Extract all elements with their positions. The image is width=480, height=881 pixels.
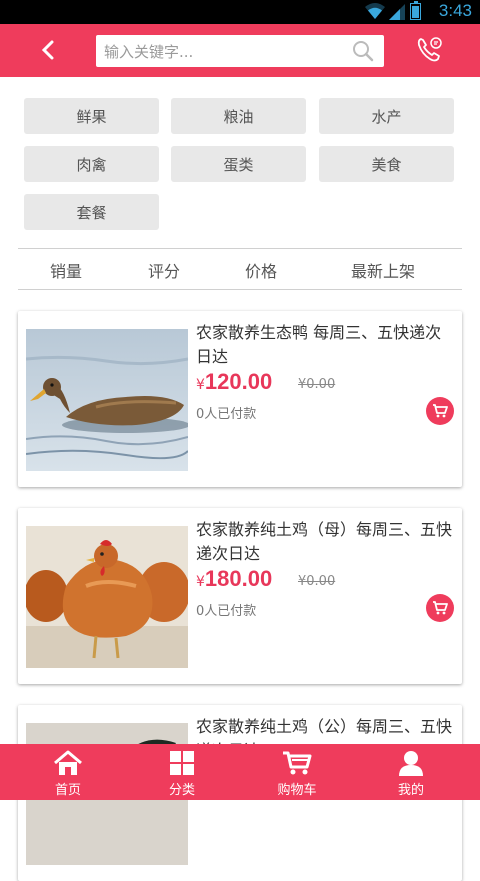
sort-price[interactable]: 价格: [245, 258, 277, 282]
add-to-cart-button[interactable]: [426, 397, 454, 425]
grid-icon: [170, 751, 194, 775]
cart-icon: [433, 404, 448, 418]
nav-mine[interactable]: 我的: [351, 744, 471, 800]
nav-category-label: 分类: [168, 783, 195, 798]
search-input[interactable]: 输入关键字...: [96, 35, 384, 67]
nav-home[interactable]: 首页: [8, 744, 128, 800]
nav-cart-label: 购物车: [277, 783, 317, 798]
product-image-hens[interactable]: [26, 526, 188, 668]
back-button[interactable]: [30, 32, 66, 68]
category-eggs[interactable]: 蛋类: [171, 146, 306, 182]
user-icon: [399, 751, 423, 776]
add-to-cart-button[interactable]: [426, 594, 454, 622]
currency-symbol: ¥: [196, 377, 205, 393]
price-value: 180.00: [204, 566, 273, 591]
back-arrow-icon: [41, 40, 54, 60]
cart-icon: [433, 601, 448, 615]
status-time: 3:43: [438, 1, 472, 20]
price-value: 120.00: [204, 369, 273, 394]
original-price: ¥0.00: [298, 574, 336, 589]
currency-symbol: ¥: [196, 574, 205, 590]
signal-icon: [389, 4, 405, 20]
search-placeholder: 输入关键字...: [104, 43, 194, 61]
bottom-nav: 首页 分类 购物车 我的: [0, 744, 480, 800]
phone-icon: [417, 37, 442, 62]
product-card[interactable]: 农家散养生态鸭 每周三、五快递次日达 ¥120.00 ¥0.00 0人已付款: [18, 311, 462, 487]
status-bar: 3:43: [0, 0, 480, 24]
nav-mine-label: 我的: [397, 783, 424, 798]
sort-sales[interactable]: 销量: [50, 258, 82, 282]
category-fresh-fruit[interactable]: 鲜果: [24, 98, 159, 134]
category-grain-oil[interactable]: 粮油: [171, 98, 306, 134]
cart-icon: [283, 751, 312, 775]
product-price: ¥120.00: [196, 369, 272, 395]
product-title[interactable]: 农家散养纯土鸡（母）每周三、五快递次日达: [196, 518, 456, 566]
category-gourmet[interactable]: 美食: [319, 146, 454, 182]
nav-home-label: 首页: [54, 783, 81, 798]
home-icon: [54, 750, 82, 775]
original-price: ¥0.00: [298, 377, 336, 392]
phone-button[interactable]: [414, 34, 446, 66]
paid-count: 0人已付款: [196, 604, 257, 619]
sort-bar: 销量 评分 价格 最新上架: [18, 248, 462, 290]
battery-icon: [410, 1, 421, 20]
category-meat-poultry[interactable]: 肉禽: [24, 146, 159, 182]
sort-newest[interactable]: 最新上架: [351, 258, 415, 282]
product-card[interactable]: 农家散养纯土鸡（母）每周三、五快递次日达 ¥180.00 ¥0.00 0人已付款: [18, 508, 462, 684]
product-image-duck[interactable]: [26, 329, 188, 471]
category-combo[interactable]: 套餐: [24, 194, 159, 230]
top-bar: 输入关键字...: [0, 24, 480, 77]
nav-cart[interactable]: 购物车: [237, 744, 357, 800]
nav-category[interactable]: 分类: [122, 744, 242, 800]
category-seafood[interactable]: 水产: [319, 98, 454, 134]
wifi-icon: [365, 3, 385, 19]
product-price: ¥180.00: [196, 566, 272, 592]
sort-rating[interactable]: 评分: [148, 258, 180, 282]
product-title[interactable]: 农家散养生态鸭 每周三、五快递次日达: [196, 321, 456, 369]
paid-count: 0人已付款: [196, 407, 257, 422]
search-icon[interactable]: [352, 40, 374, 62]
